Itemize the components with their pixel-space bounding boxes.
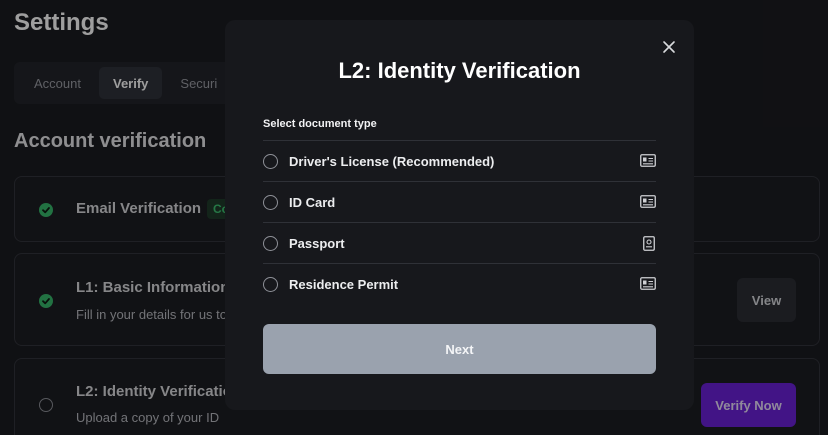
document-option-label: Driver's License (Recommended) [289, 153, 495, 169]
document-option-residence-permit[interactable]: Residence Permit [263, 263, 656, 304]
id-card-icon [640, 195, 656, 213]
radio-button[interactable] [263, 235, 278, 251]
document-type-list: Driver's License (Recommended) ID Card P… [263, 140, 656, 304]
close-icon[interactable] [660, 38, 678, 56]
id-card-icon [640, 277, 656, 295]
document-option-drivers-license[interactable]: Driver's License (Recommended) [263, 140, 656, 181]
document-option-label: Residence Permit [289, 276, 399, 292]
identity-verification-modal: L2: Identity Verification Select documen… [225, 20, 694, 410]
passport-icon [643, 236, 655, 256]
next-button[interactable]: Next [263, 324, 656, 374]
modal-title: L2: Identity Verification [338, 58, 581, 83]
document-type-label: Select document type [263, 118, 377, 130]
document-option-passport[interactable]: Passport [263, 222, 656, 263]
id-card-icon [640, 154, 656, 172]
radio-button[interactable] [263, 153, 278, 169]
document-option-label: ID Card [289, 194, 336, 210]
radio-button[interactable] [263, 276, 278, 292]
document-option-id-card[interactable]: ID Card [263, 181, 656, 222]
radio-button[interactable] [263, 194, 278, 210]
document-option-label: Passport [289, 235, 345, 251]
